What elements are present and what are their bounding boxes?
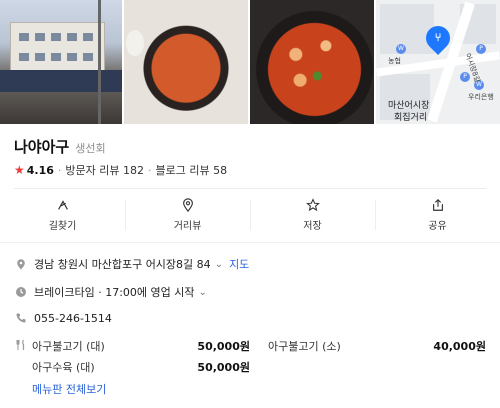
- separator-dot: ·: [148, 163, 152, 177]
- location-icon: [14, 257, 28, 271]
- clock-icon: [14, 285, 28, 299]
- place-name: 나야아구: [14, 138, 70, 156]
- menu-item-name: 아구수육 (대): [32, 361, 95, 374]
- menu-item[interactable]: 아구불고기 (소) 40,000원: [268, 338, 486, 354]
- phone-number: 055-246-1514: [34, 311, 112, 325]
- phone-icon: [14, 311, 28, 325]
- pin-icon: [182, 198, 193, 212]
- section-divider: [0, 242, 500, 243]
- utensils-icon: [14, 338, 28, 352]
- separator-dot: ·: [57, 163, 62, 177]
- map-pin-icon: ⑂: [421, 21, 455, 55]
- place-header: 나야아구 생선회: [14, 136, 106, 157]
- location-pin-shape: [17, 259, 25, 270]
- menu-item-name: 아구불고기 (소): [268, 340, 341, 353]
- share-icon: [432, 198, 443, 211]
- address-text: 경남 창원시 마산합포구 어시장8길 84: [34, 258, 211, 271]
- street-view-label: 거리뷰: [173, 221, 202, 232]
- map-poi-icon: P: [476, 44, 486, 54]
- visitor-reviews-link[interactable]: 방문자 리뷰 182: [65, 162, 144, 178]
- rating-value: 4.16: [26, 163, 54, 177]
- menu-item[interactable]: 아구수육 (대) 50,000원: [32, 359, 250, 375]
- awning-shape: [0, 70, 122, 92]
- share-button[interactable]: 공유: [375, 196, 500, 234]
- star-icon: ★: [14, 163, 25, 177]
- share-label: 공유: [428, 221, 447, 232]
- directions-icon: [57, 200, 68, 210]
- street-view-button[interactable]: 거리뷰: [125, 196, 250, 234]
- menu-item-price: 50,000원: [197, 340, 250, 353]
- menu-icon-row: [14, 338, 34, 352]
- map-label-bank: 우리은행: [468, 93, 494, 101]
- pole-shape: [98, 0, 101, 124]
- side-bowl-shape: [126, 30, 144, 56]
- place-category: 생선회: [75, 142, 106, 155]
- photo-strip[interactable]: W P P W 농협 어시장8길 마산어시장 회집거리 우리은행 ⑂: [0, 0, 500, 124]
- full-menu-link[interactable]: 메뉴판 전체보기: [32, 381, 106, 397]
- phone-row[interactable]: 055-246-1514: [14, 311, 112, 325]
- food-photo-1[interactable]: [124, 0, 248, 124]
- clock-shape: [16, 287, 26, 297]
- save-button[interactable]: 저장: [250, 196, 375, 234]
- directions-button[interactable]: 길찾기: [0, 196, 125, 234]
- menu-item-price: 50,000원: [197, 361, 250, 374]
- phone-shape: [16, 313, 26, 323]
- chevron-down-icon[interactable]: ⌄: [199, 287, 207, 298]
- map-poi-icon: W: [396, 44, 406, 54]
- address-row: 경남 창원시 마산합포구 어시장8길 84 ⌄ 지도: [14, 256, 249, 272]
- hours-row[interactable]: 브레이크타임 · 17:00에 영업 시작 ⌄: [14, 284, 207, 300]
- action-bar: 길찾기 거리뷰 저장 공유: [0, 196, 500, 234]
- map-label-sashimi-street: 회집거리: [394, 113, 428, 123]
- utensils-shape: [16, 339, 25, 350]
- chevron-down-icon[interactable]: ⌄: [215, 259, 223, 270]
- menu-item-name: 아구불고기 (대): [32, 340, 105, 353]
- map-thumbnail[interactable]: W P P W 농협 어시장8길 마산어시장 회집거리 우리은행 ⑂: [376, 0, 500, 124]
- food-photo-2[interactable]: [250, 0, 374, 124]
- hours-text: 브레이크타임 · 17:00에 영업 시작: [34, 286, 195, 299]
- directions-label: 길찾기: [48, 221, 77, 232]
- food-toppings-shape: [270, 20, 356, 106]
- divider: [14, 188, 486, 189]
- map-label-nonghyup: 농협: [388, 57, 401, 65]
- save-label: 저장: [303, 221, 322, 232]
- menu-item[interactable]: 아구불고기 (대) 50,000원: [32, 338, 250, 354]
- blog-reviews-link[interactable]: 블로그 리뷰 58: [156, 162, 228, 178]
- menu-item-price: 40,000원: [433, 340, 486, 353]
- star-icon: [305, 198, 320, 212]
- storefront-photo[interactable]: [0, 0, 122, 124]
- review-summary: ★ 4.16 · 방문자 리뷰 182 · 블로그 리뷰 58: [14, 162, 227, 178]
- map-link[interactable]: 지도: [229, 256, 249, 272]
